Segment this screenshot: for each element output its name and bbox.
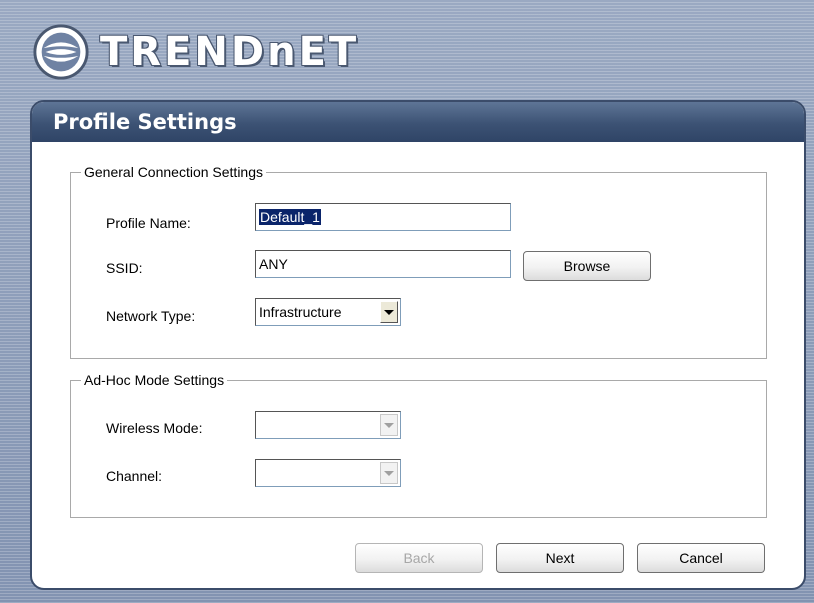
profile-settings-panel: Profile Settings General Connection Sett… [30,100,806,590]
ssid-value: ANY [259,256,288,272]
ssid-input[interactable]: ANY [255,250,511,278]
brand-wordmark: TRENDnET [100,29,360,75]
network-type-select[interactable]: Infrastructure [255,298,401,326]
ssid-label: SSID: [106,260,143,276]
wireless-mode-select[interactable] [255,411,401,439]
adhoc-mode-settings-legend: Ad-Hoc Mode Settings [84,372,225,388]
profile-name-label: Profile Name: [106,215,191,231]
trendnet-logo-icon [33,24,89,80]
brand-header: TRENDnET [32,22,359,82]
panel-title: Profile Settings [32,102,804,142]
channel-label: Channel: [106,468,163,484]
wireless-mode-dropdown-arrow-icon[interactable] [380,414,398,436]
next-button[interactable]: Next [496,543,624,573]
channel-dropdown-arrow-icon[interactable] [380,462,398,484]
browse-button[interactable]: Browse [523,251,651,281]
adhoc-mode-settings-group: Ad-Hoc Mode Settings [70,372,767,518]
profile-name-value: Default_1 [259,209,321,225]
cancel-button[interactable]: Cancel [637,543,765,573]
back-button[interactable]: Back [355,543,483,573]
wireless-mode-label: Wireless Mode: [106,420,203,436]
general-connection-settings-legend: General Connection Settings [84,164,263,180]
channel-select[interactable] [255,459,401,487]
network-type-value: Infrastructure [259,304,342,320]
network-type-label: Network Type: [106,308,196,324]
network-type-dropdown-arrow-icon[interactable] [380,301,398,323]
profile-name-input[interactable]: Default_1 [255,203,511,231]
